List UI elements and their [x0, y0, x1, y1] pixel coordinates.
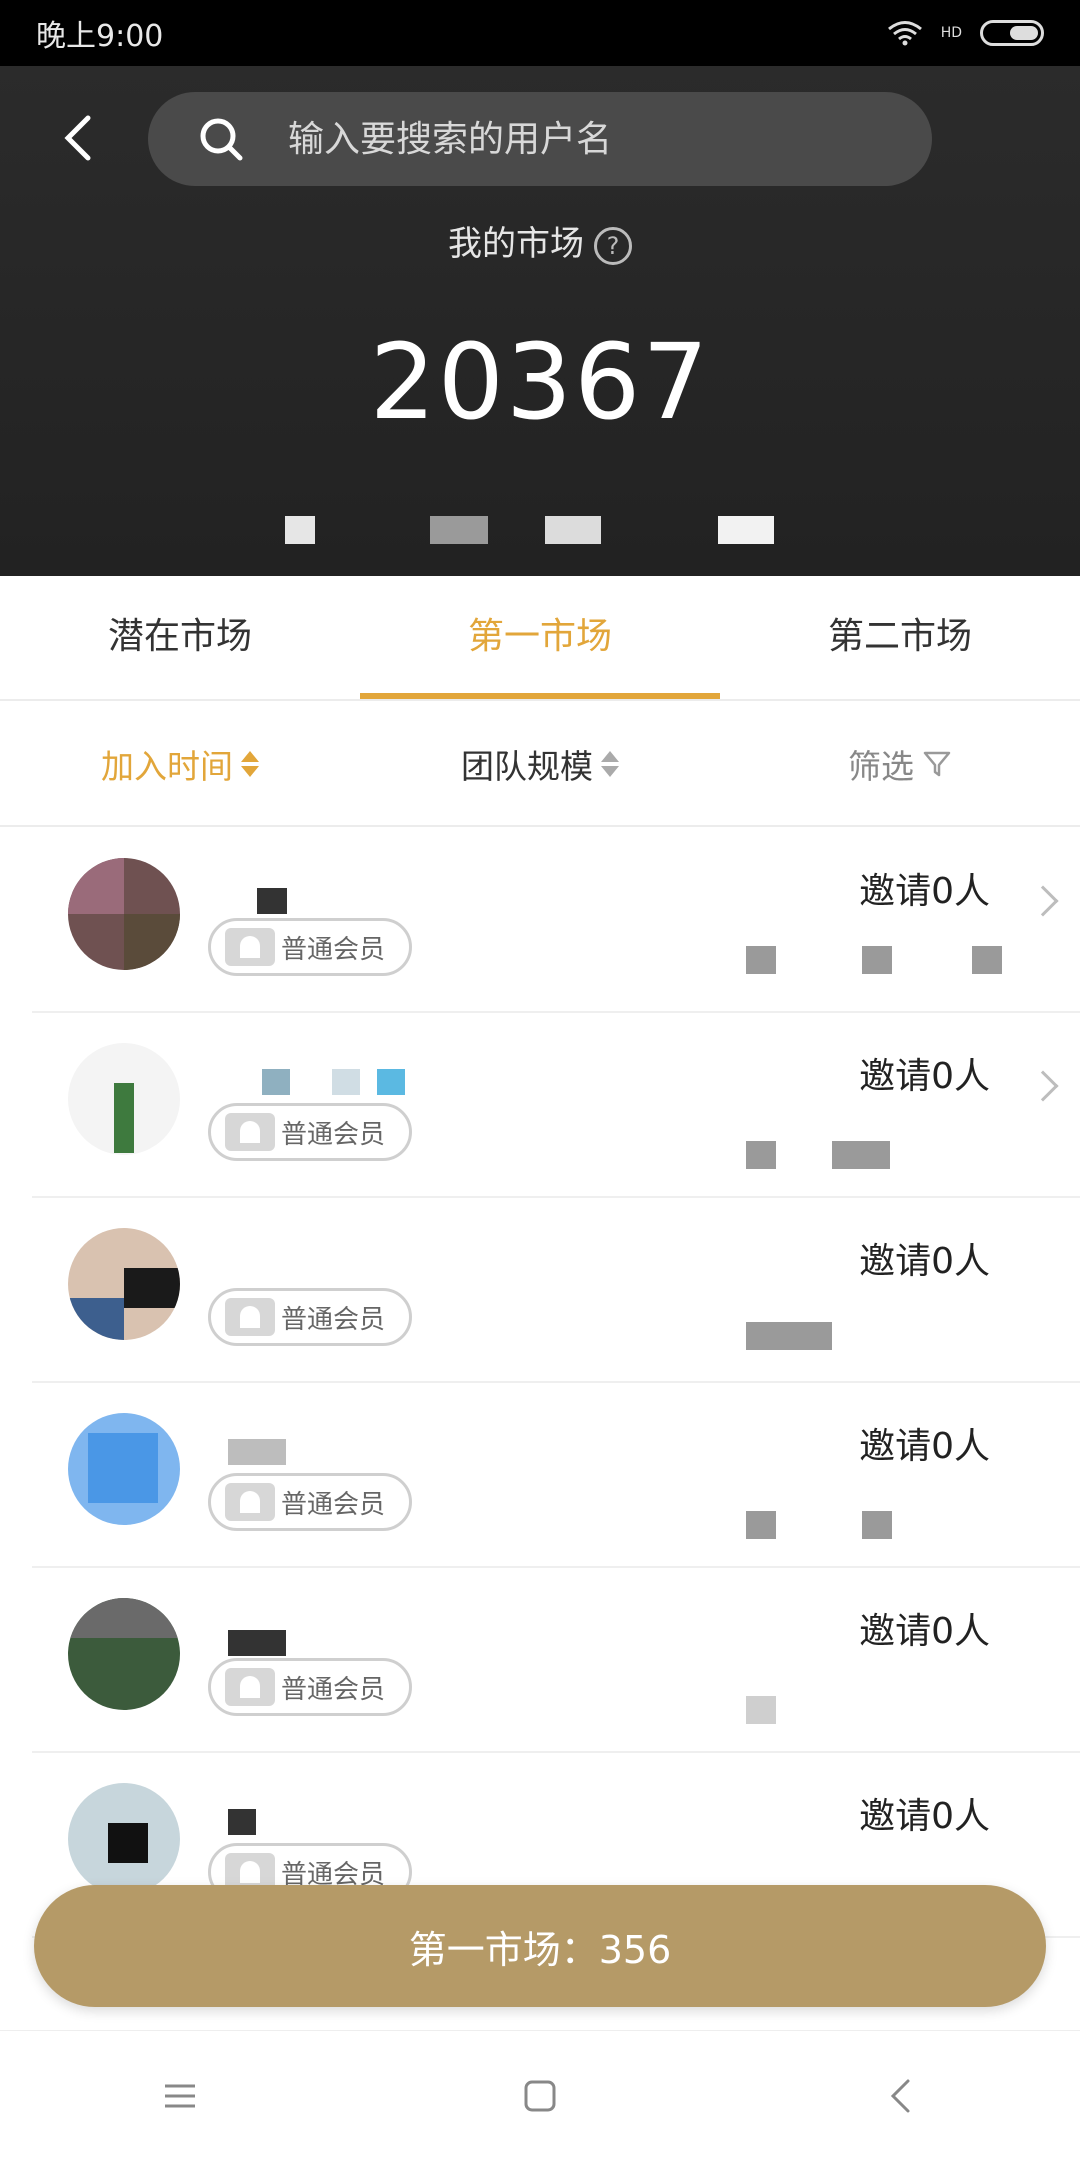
help-icon[interactable]: ?	[594, 226, 632, 265]
obscured-name	[228, 1630, 286, 1656]
filter-button[interactable]: 筛选	[720, 740, 1080, 788]
member-badge: 普通会员	[208, 1658, 412, 1716]
nav-back-icon	[890, 2079, 910, 2112]
invite-count: 邀请0人	[859, 1426, 990, 1467]
battery-icon	[980, 20, 1044, 46]
obscured-content	[832, 1141, 890, 1169]
chevron-right-icon	[1027, 885, 1059, 917]
search-icon	[200, 118, 243, 161]
list-item[interactable]: 普通会员 邀请0人	[32, 1198, 1080, 1383]
sort-team-size[interactable]: 团队规模	[360, 740, 720, 788]
crown-icon	[225, 928, 275, 966]
funnel-icon	[923, 751, 951, 777]
search-input[interactable]	[288, 118, 888, 160]
member-badge: 普通会员	[208, 1473, 412, 1531]
menu-icon	[165, 2084, 195, 2107]
avatar	[68, 1043, 180, 1155]
tab-second-market[interactable]: 第二市场	[720, 576, 1080, 699]
market-title: 我的市场?	[0, 216, 1080, 265]
sort-join-time-label: 加入时间	[101, 747, 233, 786]
sort-bar: 加入时间 团队规模 筛选	[0, 703, 1080, 827]
invite-count: 邀请0人	[859, 871, 990, 912]
system-nav-bar	[0, 2030, 1080, 2160]
crown-icon	[225, 1483, 275, 1521]
tab-potential-market[interactable]: 潜在市场	[0, 576, 360, 699]
member-list: 普通会员 邀请0人 普通会员 邀请0人 普通会员 邀请0人 普通会员 邀请0人 …	[0, 828, 1080, 1938]
crown-icon	[225, 1668, 275, 1706]
sort-arrows-icon	[601, 751, 619, 777]
sort-arrows-icon	[241, 751, 259, 777]
sort-join-time[interactable]: 加入时间	[0, 740, 360, 788]
obscured-content	[746, 1511, 776, 1539]
obscured-content	[862, 946, 892, 974]
obscured-content	[746, 946, 776, 974]
status-icons: HD	[887, 20, 1044, 46]
member-badge: 普通会员	[208, 918, 412, 976]
member-badge-label: 普通会员	[281, 1674, 386, 1705]
obscured-content	[862, 1511, 892, 1539]
obscured-content	[430, 516, 488, 544]
member-badge-label: 普通会员	[281, 1304, 386, 1335]
back-button[interactable]	[52, 108, 102, 168]
invite-count: 邀请0人	[859, 1056, 990, 1097]
obscured-content	[746, 1322, 832, 1350]
member-badge: 普通会员	[208, 1103, 412, 1161]
obscured-content	[746, 1696, 776, 1724]
obscured-content	[718, 516, 774, 544]
tab-first-market[interactable]: 第一市场	[360, 576, 720, 699]
obscured-name	[228, 1809, 256, 1835]
avatar	[68, 1228, 180, 1340]
invite-count: 邀请0人	[859, 1241, 990, 1282]
market-count: 20367	[369, 321, 711, 443]
avatar	[68, 1413, 180, 1525]
list-item[interactable]: 普通会员 邀请0人	[32, 1383, 1080, 1568]
menu-button[interactable]	[150, 2066, 210, 2126]
obscured-content	[746, 1141, 776, 1169]
obscured-name	[332, 1069, 360, 1095]
back-arrow-icon	[64, 115, 91, 161]
status-bar: 晚上9:00 HD	[0, 0, 1080, 66]
invite-count: 邀请0人	[859, 1611, 990, 1652]
list-item[interactable]: 普通会员 邀请0人	[32, 828, 1080, 1013]
signal-icon: HD	[940, 25, 962, 41]
chevron-right-icon	[1027, 1070, 1059, 1102]
list-item[interactable]: 普通会员 邀请0人	[32, 1013, 1080, 1198]
home-button[interactable]	[510, 2066, 570, 2126]
invite-count: 邀请0人	[859, 1796, 990, 1837]
avatar	[68, 1783, 180, 1895]
obscured-name	[262, 1069, 290, 1095]
obscured-content	[972, 946, 1002, 974]
crown-icon	[225, 1113, 275, 1151]
home-square-icon	[524, 2080, 556, 2111]
search-box[interactable]	[148, 92, 932, 186]
obscured-name	[377, 1069, 405, 1095]
market-title-label: 我的市场	[448, 224, 584, 264]
list-item[interactable]: 普通会员 邀请0人	[32, 1568, 1080, 1753]
obscured-content	[545, 516, 601, 544]
market-tabs: 潜在市场 第一市场 第二市场	[0, 576, 1080, 701]
nav-back-button[interactable]	[870, 2066, 930, 2126]
member-badge-label: 普通会员	[281, 1489, 386, 1520]
status-time: 晚上9:00	[36, 19, 164, 54]
obscured-name	[257, 888, 287, 914]
member-badge-label: 普通会员	[281, 1119, 386, 1150]
crown-icon	[225, 1298, 275, 1336]
first-market-summary[interactable]: 第一市场：356	[34, 1885, 1046, 2007]
avatar	[68, 1598, 180, 1710]
filter-label: 筛选	[848, 747, 914, 786]
member-badge: 普通会员	[208, 1288, 412, 1346]
obscured-name	[228, 1439, 286, 1465]
obscured-content	[285, 516, 315, 544]
avatar	[68, 858, 180, 970]
sort-team-size-label: 团队规模	[461, 747, 593, 786]
header: 我的市场? 20367	[0, 66, 1080, 576]
wifi-icon	[887, 21, 922, 46]
member-badge-label: 普通会员	[281, 934, 386, 965]
